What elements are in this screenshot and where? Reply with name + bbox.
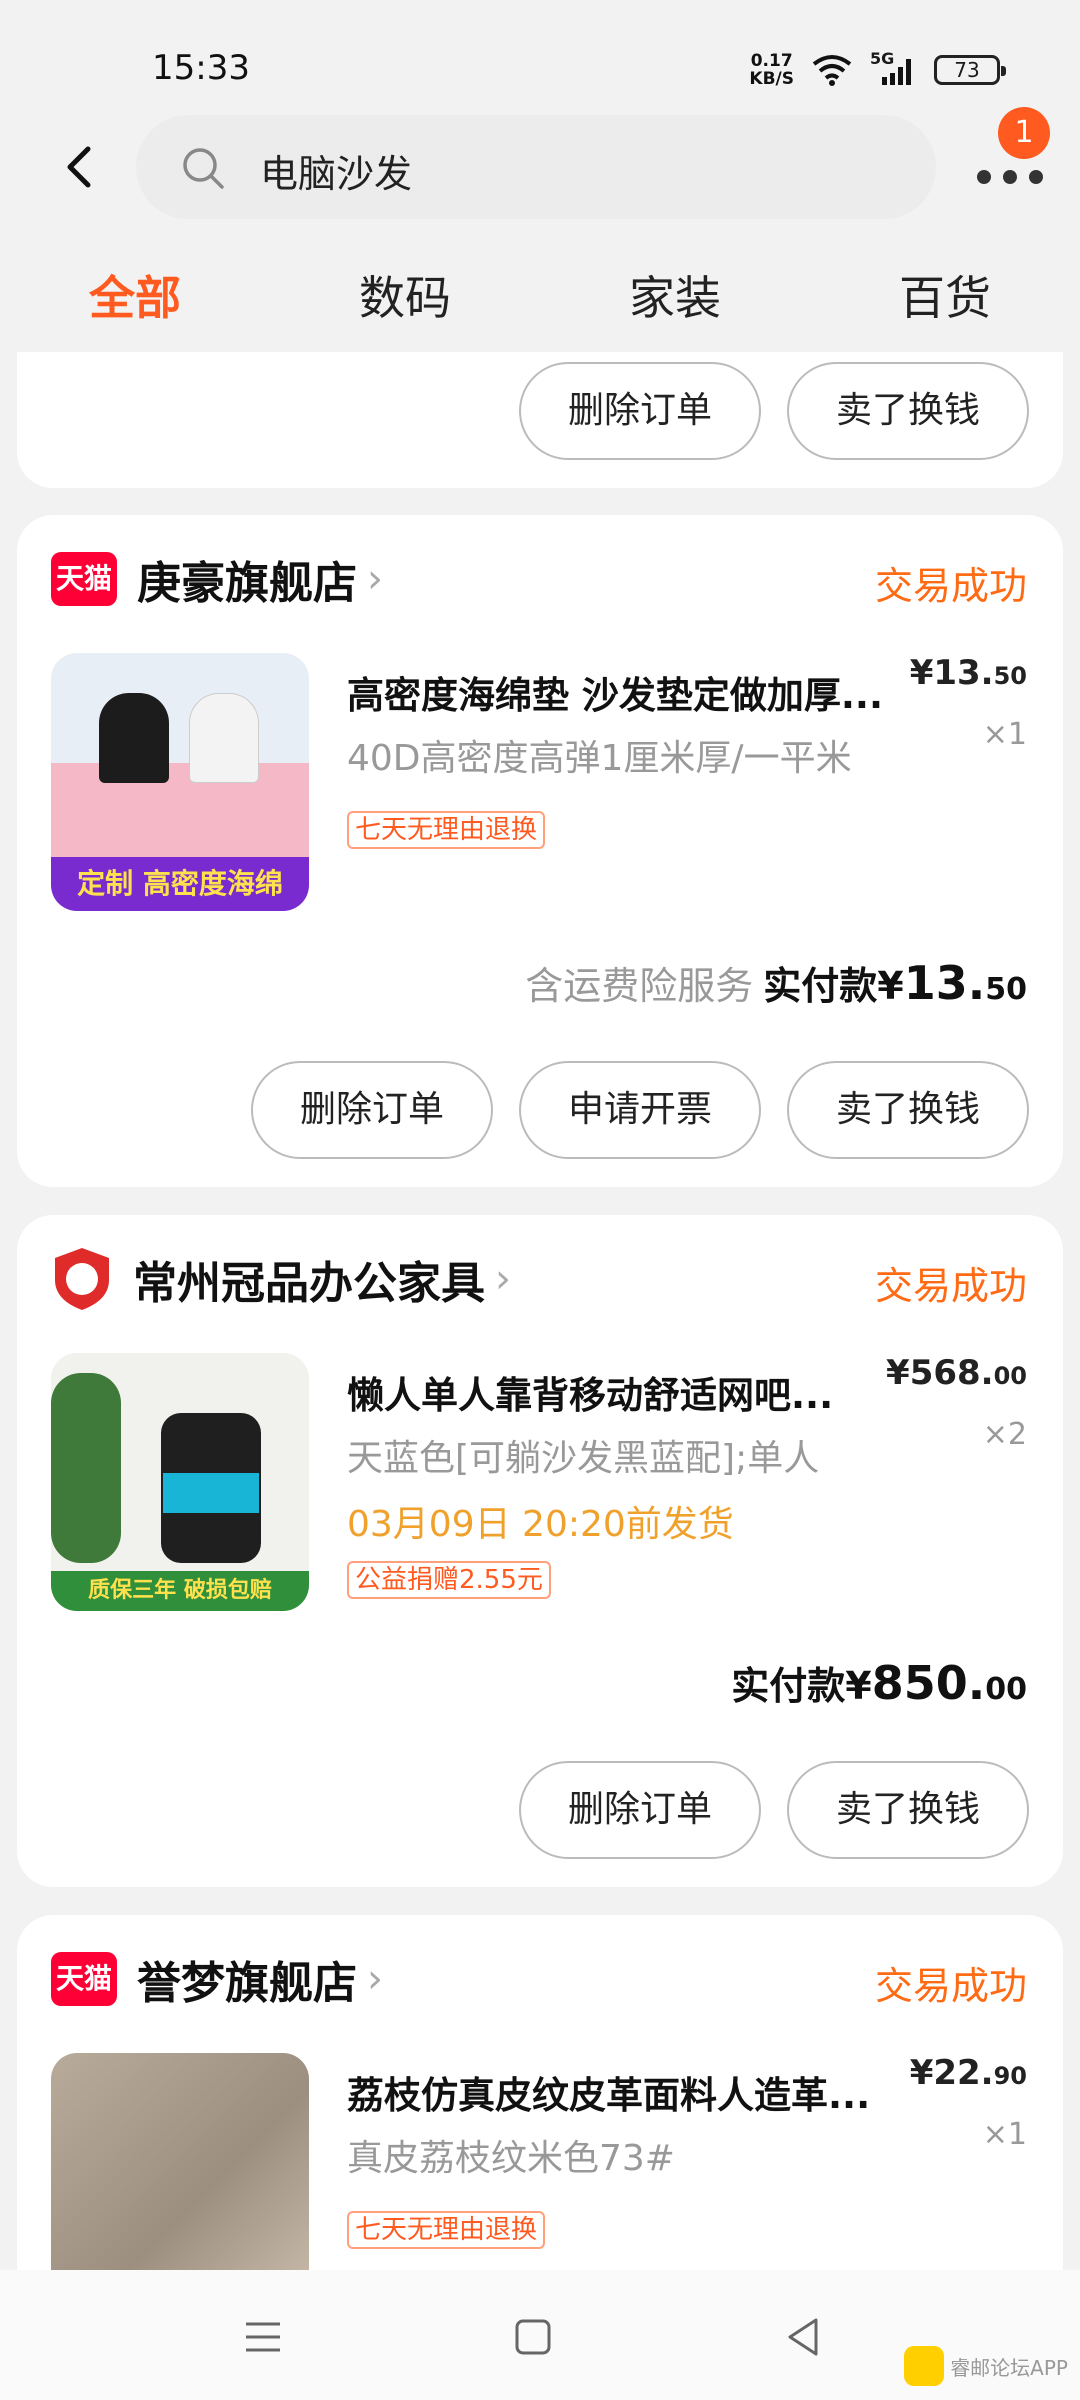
status-icons: 0.17 KB/S 5G 73 [749,49,1006,88]
order-status: 交易成功 [874,1964,1027,2008]
price-integer: ¥22. [909,2053,994,2093]
price-integer: ¥568. [886,1353,994,1393]
notification-badge: 1 [998,107,1050,159]
tmall-logo: 天猫 [51,552,117,606]
promo-banner: 定制 高密度海绵 [51,857,309,911]
sell-button[interactable]: 卖了换钱 [787,1061,1029,1159]
order-card: 天猫 誉梦旗舰店 › 交易成功 荔枝仿真皮纹皮革面料人造革... 真皮荔枝纹米色… [17,1915,1063,2270]
tab-digital[interactable]: 数码 [270,262,540,342]
price-decimal: 50 [993,662,1027,690]
chevron-right-icon: › [367,556,383,602]
paid-decimal: 50 [985,972,1027,1007]
quantity: ×2 [982,1417,1027,1452]
person-left [99,693,169,783]
order-card: 删除订单 卖了换钱 [17,352,1063,488]
price-decimal: 00 [993,1362,1027,1390]
order-status: 交易成功 [874,564,1027,608]
watermark-text: 睿邮论坛APP [950,2355,1068,2380]
search-icon [183,148,224,189]
product-spec: 真皮荔枝纹米色73# [347,2138,675,2179]
system-nav-bar: 睿邮论坛APP [0,2270,1080,2400]
category-tabs: 全部 数码 家装 百货 [0,262,1080,342]
shop-header[interactable]: 常州冠品办公家具 › [51,1248,511,1310]
tab-all[interactable]: 全部 [0,262,270,342]
tmall-logo: 天猫 [51,1952,117,2006]
paid-label: 实付款¥ [731,1664,872,1708]
product-title[interactable]: 高密度海绵垫 沙发垫定做加厚... [347,665,883,719]
status-time: 15:33 [152,48,250,88]
net-speed-unit: KB/S [749,69,794,89]
back-triangle-icon[interactable] [778,2312,828,2362]
search-bar[interactable]: 电脑沙发 [136,115,936,219]
payment-summary: 实付款¥850.00 [731,1655,1027,1710]
paid-decimal: 00 [985,1672,1027,1707]
promo-banner: 质保三年 破损包赔 [51,1571,309,1611]
product-spec: 天蓝色[可躺沙发黑蓝配];单人 [347,1438,820,1479]
tab-home[interactable]: 家装 [540,262,810,342]
quantity: ×1 [982,717,1027,752]
more-icon[interactable] [970,151,1050,191]
search-header: 电脑沙发 1 [0,107,1080,230]
back-arrow-icon[interactable] [50,137,110,197]
home-square-icon[interactable] [508,2312,558,2362]
tab-general[interactable]: 百货 [810,262,1080,342]
order-status: 交易成功 [874,1264,1027,1308]
watermark-logo-icon [904,2346,945,2386]
status-bar: 15:33 0.17 KB/S 5G 73 [0,0,1080,115]
charity-tag: 公益捐赠2.55元 [347,1561,551,1599]
paid-integer: 850. [871,1656,986,1710]
product-image[interactable]: 定制 高密度海绵 [51,653,309,911]
delete-order-button[interactable]: 删除订单 [251,1061,493,1159]
chevron-right-icon: › [495,1256,511,1302]
shop-header[interactable]: 天猫 庚豪旗舰店 › [51,549,383,609]
enterprise-shield-icon [55,1248,109,1310]
unit-price: ¥568.00 [886,1353,1027,1393]
plant-shape [51,1373,121,1563]
shop-name: 庚豪旗舰店 [137,558,357,609]
request-invoice-button[interactable]: 申请开票 [519,1061,761,1159]
cushion-shape [51,763,309,863]
price-integer: ¥13. [909,653,994,693]
paid-integer: 13. [903,956,986,1010]
chevron-right-icon: › [367,1956,383,2002]
insurance-note: 含运费险服务 [525,964,754,1008]
sell-button[interactable]: 卖了换钱 [787,1761,1029,1859]
product-title[interactable]: 荔枝仿真皮纹皮革面料人造革... [347,2065,870,2119]
order-card: 天猫 庚豪旗舰店 › 交易成功 定制 高密度海绵 高密度海绵垫 沙发垫定做加厚.… [17,515,1063,1187]
net-speed-value: 0.17 [750,51,793,71]
network-type: 5G [870,49,895,68]
product-title[interactable]: 懒人单人靠背移动舒适网吧... [347,1365,833,1419]
shop-name: 誉梦旗舰店 [137,1958,357,2009]
product-spec: 40D高密度高弹1厘米厚/一平米 [347,738,852,779]
return-tag: 七天无理由退换 [347,811,546,849]
watermark: 睿邮论坛APP [904,2346,1068,2386]
search-query: 电脑沙发 [260,152,413,196]
wifi-icon [812,55,852,86]
unit-price: ¥22.90 [910,2053,1027,2093]
shop-header[interactable]: 天猫 誉梦旗舰店 › [51,1949,383,2009]
paid-label: 实付款¥ [763,964,904,1008]
return-tag: 七天无理由退换 [347,2211,546,2249]
payment-summary: 含运费险服务 实付款¥13.50 [525,955,1027,1010]
signal-icon: 5G [870,49,916,87]
price-decimal: 90 [993,2062,1027,2090]
unit-price: ¥13.50 [910,653,1027,693]
product-image[interactable]: 质保三年 破损包赔 [51,1353,309,1611]
product-image[interactable] [51,2053,309,2270]
delete-order-button[interactable]: 删除订单 [519,362,761,460]
menu-icon[interactable] [238,2312,288,2362]
ship-deadline: 03月09日 20:20前发货 [347,1504,734,1545]
net-speed: 0.17 KB/S [749,52,794,88]
battery-icon: 73 [934,55,1006,85]
chair-accent [163,1473,259,1513]
shop-name: 常州冠品办公家具 [133,1258,485,1309]
order-card: 常州冠品办公家具 › 交易成功 质保三年 破损包赔 懒人单人靠背移动舒适网吧..… [17,1215,1063,1887]
delete-order-button[interactable]: 删除订单 [519,1761,761,1859]
person-right [189,693,259,783]
quantity: ×1 [982,2117,1027,2152]
sell-button[interactable]: 卖了换钱 [787,362,1029,460]
